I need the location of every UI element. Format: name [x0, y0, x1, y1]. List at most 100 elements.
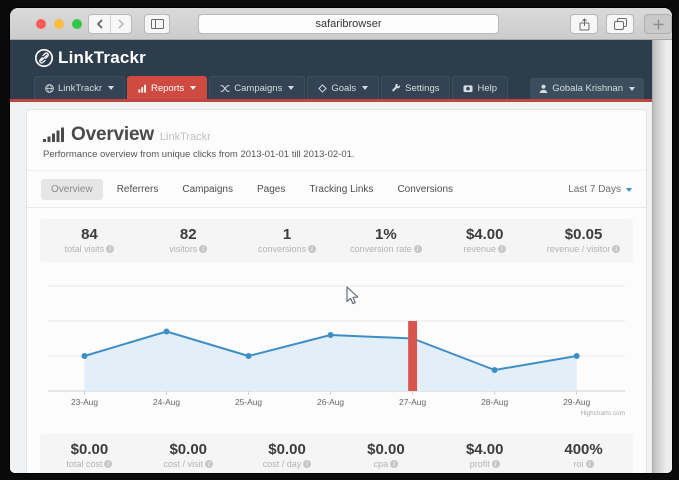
info-icon[interactable]: [205, 460, 213, 468]
tab-campaigns[interactable]: Campaigns: [172, 179, 243, 200]
back-button[interactable]: [89, 15, 110, 33]
nav-label: Goals: [331, 83, 356, 94]
stat-value: $4.00: [435, 441, 534, 458]
stat-revenue-visitor: $0.05 revenue / visitor: [534, 226, 633, 254]
info-icon[interactable]: [498, 245, 506, 253]
tab-overview-icon: [614, 18, 627, 30]
page-subtitle: Performance overview from unique clicks …: [43, 149, 630, 160]
data-point-25-Aug[interactable]: [246, 353, 252, 359]
info-icon[interactable]: [104, 460, 112, 468]
mouse-cursor: [345, 286, 361, 306]
x-axis-label: 26-Aug: [317, 397, 344, 407]
nav-item-linktrackr[interactable]: LinkTrackr: [34, 76, 125, 99]
nav-label: LinkTrackr: [58, 83, 102, 94]
visits-chart-container: 23-Aug24-Aug25-Aug26-Aug27-Aug28-Aug29-A…: [40, 273, 633, 423]
stat-conversions: 1 conversions: [238, 226, 337, 254]
stat-value: $0.00: [139, 441, 238, 458]
tab-conversions[interactable]: Conversions: [387, 179, 463, 200]
info-icon[interactable]: [390, 460, 398, 468]
nav-item-help[interactable]: Help: [452, 76, 508, 99]
stat-value: $0.00: [336, 441, 435, 458]
chevron-down-icon: [190, 86, 196, 90]
stat-roi: 400% roi: [534, 441, 633, 469]
tab-overview-button[interactable]: [606, 14, 634, 34]
window-controls: [36, 19, 82, 29]
stat-label: cost / day: [263, 459, 302, 469]
chevron-down-icon: [626, 188, 632, 192]
zoom-window-button[interactable]: [72, 19, 82, 29]
stat-value: $0.00: [238, 441, 337, 458]
close-window-button[interactable]: [36, 19, 46, 29]
stat-label: conversions: [258, 244, 306, 254]
stats-row-bottom: $0.00 total cost $0.00 cost / visit $0.0…: [40, 434, 633, 473]
x-axis-label: 27-Aug: [399, 397, 426, 407]
browser-toolbar: safaribrowser: [10, 8, 672, 40]
visits-chart[interactable]: 23-Aug24-Aug25-Aug26-Aug27-Aug28-Aug29-A…: [40, 273, 633, 423]
tab-referrers[interactable]: Referrers: [107, 179, 169, 200]
info-icon[interactable]: [586, 460, 594, 468]
browser-viewport: LinkTrackr LinkTrackr: [10, 40, 672, 473]
forward-chevron-icon: [118, 19, 125, 29]
highlight-column-27-Aug[interactable]: [408, 321, 417, 391]
share-button[interactable]: [570, 14, 598, 34]
stat-label: cost / visit: [163, 459, 203, 469]
info-icon[interactable]: [106, 245, 114, 253]
stat-label: total cost: [66, 459, 102, 469]
data-point-24-Aug[interactable]: [164, 329, 170, 335]
stat-profit: $4.00 profit: [435, 441, 534, 469]
sidebar-toggle-button[interactable]: [144, 14, 170, 34]
wrench-icon: [392, 84, 401, 93]
stat-value: 1%: [336, 226, 435, 243]
chevron-down-icon: [629, 87, 635, 91]
nav-item-campaigns[interactable]: Campaigns: [209, 76, 305, 99]
tab-overview[interactable]: Overview: [41, 179, 103, 200]
nav-label: Help: [477, 83, 497, 94]
stat-label: roi: [574, 459, 584, 469]
circled-link-icon: [34, 48, 54, 68]
user-menu[interactable]: Gobala Krishnan: [530, 78, 644, 99]
stat-cpa: $0.00 cpa: [336, 441, 435, 469]
share-icon: [579, 18, 590, 31]
report-tabs: Overview Referrers Campaigns Pages Track…: [27, 171, 646, 208]
forward-button[interactable]: [110, 15, 131, 33]
minimize-window-button[interactable]: [54, 19, 64, 29]
site-header: LinkTrackr: [10, 40, 652, 76]
info-icon[interactable]: [612, 245, 620, 253]
browser-scrollbar[interactable]: [652, 40, 672, 473]
page-title-section: Overview LinkTrackr Performance overview…: [27, 110, 646, 171]
chevron-down-icon: [362, 86, 368, 90]
webpage: LinkTrackr LinkTrackr: [10, 40, 652, 473]
tab-tracking-links[interactable]: Tracking Links: [299, 179, 383, 200]
new-tab-button[interactable]: [644, 14, 672, 34]
address-bar[interactable]: safaribrowser: [198, 14, 499, 34]
chart-credit[interactable]: Highcharts.com: [581, 410, 626, 417]
x-axis-label: 29-Aug: [563, 397, 590, 407]
nav-item-reports[interactable]: Reports: [127, 76, 207, 99]
nav-label: Campaigns: [234, 83, 282, 94]
x-axis-label: 23-Aug: [71, 397, 98, 407]
stat-label: visitors: [169, 244, 197, 254]
diamond-icon: [318, 84, 327, 93]
stat-total-cost: $0.00 total cost: [40, 441, 139, 469]
tab-pages[interactable]: Pages: [247, 179, 295, 200]
info-icon[interactable]: [303, 460, 311, 468]
data-point-23-Aug[interactable]: [82, 353, 88, 359]
plus-icon: [653, 19, 664, 30]
data-point-29-Aug[interactable]: [574, 353, 580, 359]
data-point-28-Aug[interactable]: [492, 367, 498, 373]
nav-item-goals[interactable]: Goals: [307, 76, 379, 99]
date-range-dropdown[interactable]: Last 7 Days: [568, 184, 632, 195]
nav-item-settings[interactable]: Settings: [381, 76, 450, 99]
x-axis-label: 28-Aug: [481, 397, 508, 407]
site-logo[interactable]: LinkTrackr: [34, 48, 146, 68]
info-icon[interactable]: [414, 245, 422, 253]
stat-label: total visits: [65, 244, 105, 254]
data-point-26-Aug[interactable]: [328, 332, 334, 338]
info-icon[interactable]: [199, 245, 207, 253]
sidebar-icon: [151, 19, 164, 29]
info-icon[interactable]: [492, 460, 500, 468]
page-title: Overview: [71, 124, 154, 146]
shuffle-icon: [220, 84, 230, 93]
page-content: Overview LinkTrackr Performance overview…: [10, 105, 652, 473]
info-icon[interactable]: [308, 245, 316, 253]
